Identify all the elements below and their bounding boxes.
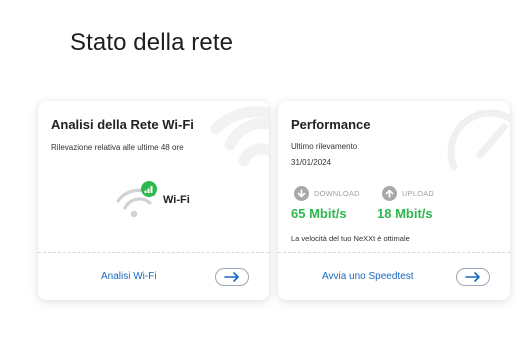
wifi-analysis-arrow-button[interactable]	[215, 268, 249, 286]
upload-arrow-icon	[382, 186, 397, 201]
speedometer-background-icon	[447, 109, 510, 171]
wifi-label: Wi-Fi	[163, 194, 190, 206]
upload-header: UPLOAD	[382, 186, 434, 201]
download-value: 65 Mbit/s	[291, 206, 347, 221]
wifi-background-icon	[210, 106, 269, 167]
wifi-analysis-link[interactable]: Analisi Wi-Fi	[101, 271, 157, 282]
upload-label: UPLOAD	[402, 189, 435, 198]
download-arrow-icon	[294, 186, 309, 201]
arrow-right-icon	[465, 272, 480, 282]
wifi-card-subtitle: Rilevazione relativa alle ultime 48 ore	[51, 143, 184, 152]
performance-status-note: La velocità del tuo NeXXt è ottimale	[291, 234, 410, 243]
page-title: Stato della rete	[70, 29, 234, 56]
wifi-card-title: Analisi della Rete Wi-Fi	[51, 117, 194, 132]
performance-card: Performance Ultimo rilevamento 31/01/202…	[278, 101, 510, 300]
start-speedtest-arrow-button[interactable]	[456, 268, 490, 286]
performance-card-title: Performance	[291, 117, 371, 132]
last-measure-label: Ultimo rilevamento	[291, 142, 358, 151]
upload-value: 18 Mbit/s	[377, 206, 433, 221]
wifi-analysis-card: Analisi della Rete Wi-Fi Rilevazione rel…	[38, 101, 269, 300]
download-header: DOWNLOAD	[294, 186, 360, 201]
last-measure-date: 31/01/2024	[291, 158, 332, 167]
download-label: DOWNLOAD	[314, 189, 360, 198]
start-speedtest-link[interactable]: Avvia uno Speedtest	[322, 271, 414, 282]
card-divider	[278, 252, 510, 253]
arrow-right-icon	[224, 272, 239, 282]
card-divider	[38, 252, 269, 253]
